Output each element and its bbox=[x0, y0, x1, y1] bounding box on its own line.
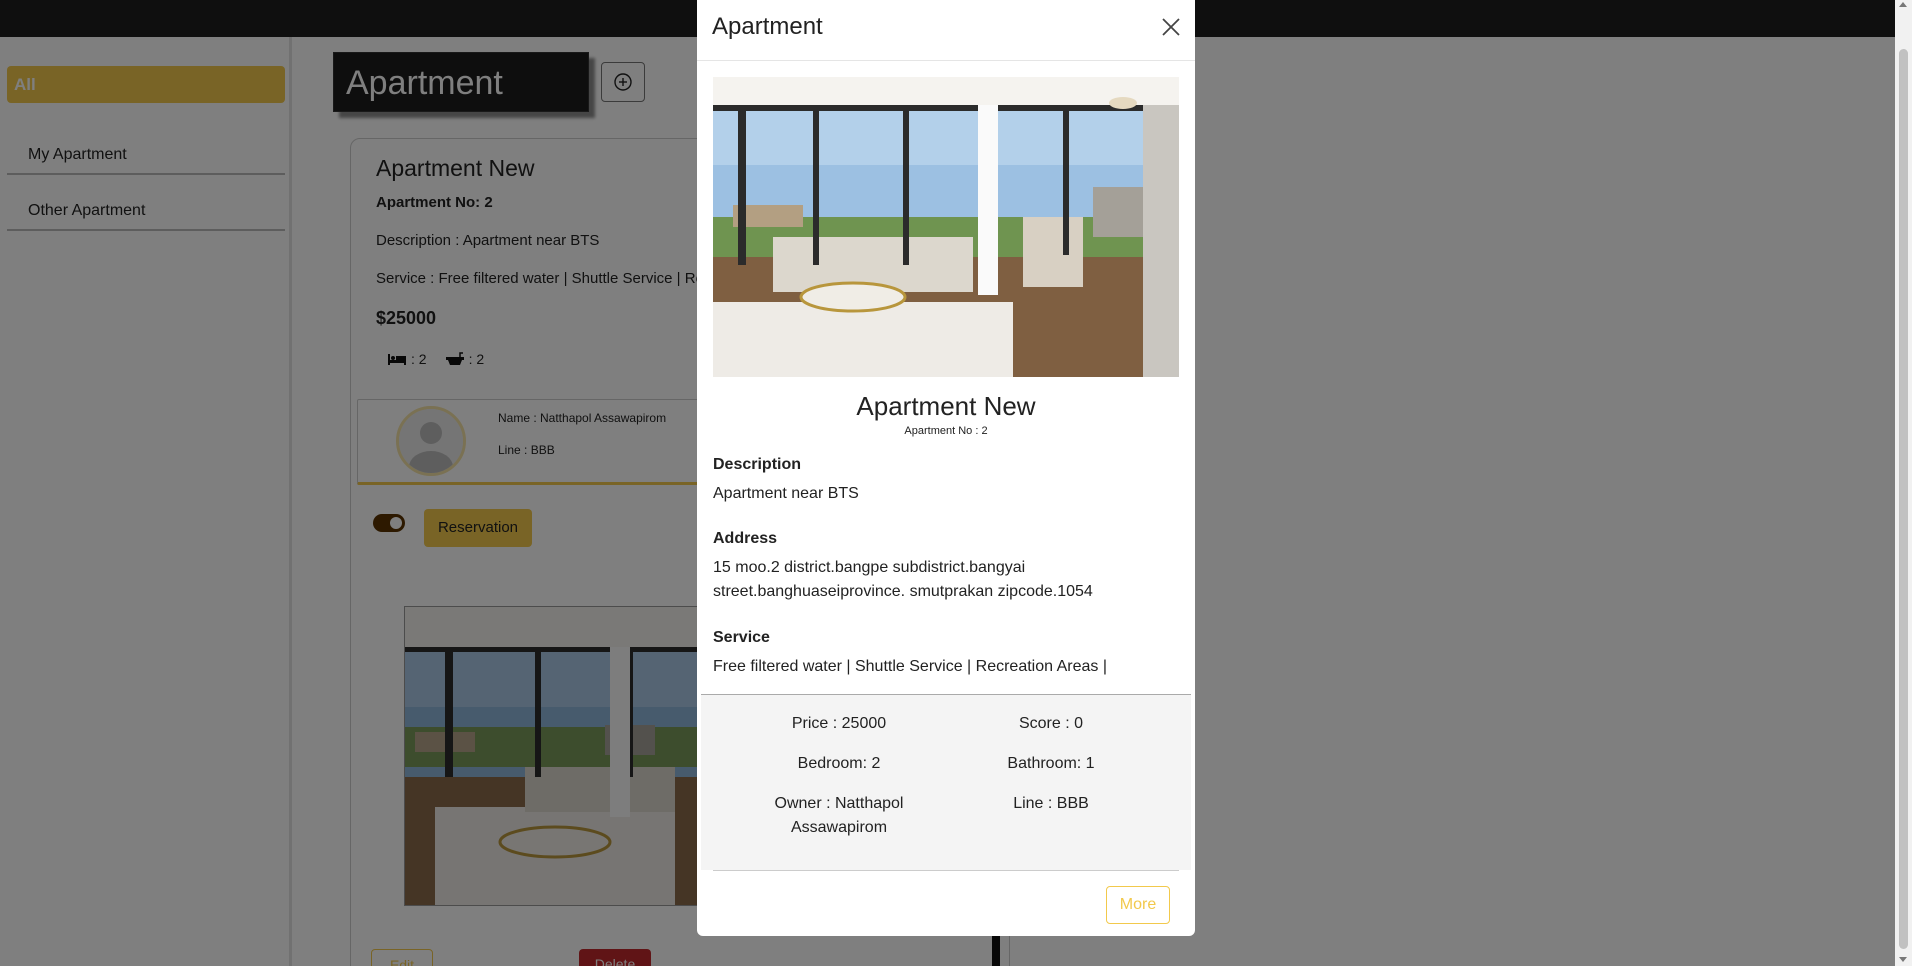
page-scrollbar[interactable] bbox=[1895, 0, 1912, 966]
stat-score: Score : 0 bbox=[1018, 715, 1084, 732]
address-line-2: street.banghuaseiprovince. smutprakan zi… bbox=[713, 583, 1093, 600]
address-label: Address bbox=[713, 530, 778, 547]
stat-line: Line : BBB bbox=[1013, 795, 1089, 812]
description-label: Description bbox=[713, 456, 802, 473]
scroll-thumb[interactable] bbox=[1899, 49, 1908, 949]
scroll-down-arrow-icon[interactable] bbox=[1899, 957, 1907, 962]
modal-stats-panel: Price : 25000 Score : 0 Bedroom: 2 Bathr… bbox=[701, 694, 1191, 870]
description-text: Apartment near BTS bbox=[713, 485, 859, 502]
close-icon[interactable] bbox=[1160, 16, 1182, 38]
modal-footer-divider bbox=[713, 870, 1179, 871]
stat-price: Price : 25000 bbox=[791, 715, 887, 732]
stat-bedroom: Bedroom: 2 bbox=[797, 755, 881, 772]
service-text: Free filtered water | Shuttle Service | … bbox=[713, 658, 1107, 675]
service-label: Service bbox=[713, 629, 770, 646]
address-line-1: 15 moo.2 district.bangpe subdistrict.ban… bbox=[713, 559, 1026, 576]
modal-apartment-number: Apartment No : 2 bbox=[904, 425, 988, 437]
modal-header: Apartment bbox=[697, 0, 1195, 61]
more-button[interactable]: More bbox=[1106, 886, 1170, 924]
modal-apartment-photo bbox=[713, 77, 1179, 377]
stat-bathroom: Bathroom: 1 bbox=[1007, 755, 1095, 772]
stat-owner-line-1: Owner : Natthapol bbox=[774, 795, 904, 812]
apartment-detail-modal: Apartment Apartment New Apartment No: 2… bbox=[697, 0, 1195, 936]
modal-title: Apartment bbox=[712, 13, 823, 40]
scroll-up-arrow-icon[interactable] bbox=[1899, 2, 1907, 7]
stat-owner-line-2: Assawapirom bbox=[790, 819, 888, 836]
modal-apartment-title: Apartment New bbox=[856, 391, 1036, 421]
